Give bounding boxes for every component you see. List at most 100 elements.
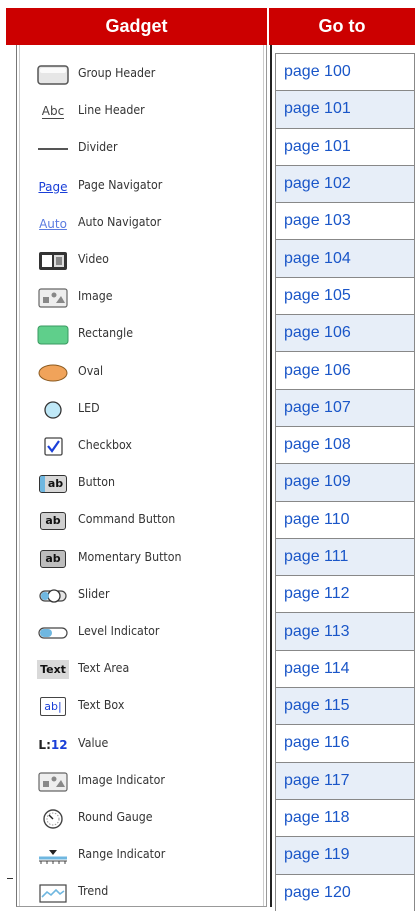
page-link[interactable]: page 115 — [275, 687, 415, 726]
gadget-row-button: ab Button — [16, 465, 267, 502]
gadget-row-round-gauge: Round Gauge — [16, 800, 267, 837]
page-navigator-icon: Page — [38, 179, 68, 194]
gadget-label: Auto Navigator — [78, 215, 162, 229]
table-row: page 103 — [275, 202, 415, 241]
gadget-row-checkbox: Checkbox — [16, 428, 267, 465]
page-link[interactable]: page 110 — [275, 500, 415, 539]
gadget-label: LED — [78, 401, 100, 415]
slider-icon — [36, 584, 70, 608]
table-row: page 106 — [275, 351, 415, 390]
page-link[interactable]: page 114 — [275, 649, 415, 689]
page-link[interactable]: page 109 — [275, 463, 415, 502]
gadget-label: Value — [78, 736, 109, 750]
group-header-icon — [36, 63, 70, 87]
column-divider — [270, 45, 272, 907]
page-link[interactable]: page 101 — [275, 127, 415, 166]
image-icon — [36, 286, 70, 310]
page-link[interactable]: page 108 — [275, 425, 415, 465]
page-link[interactable]: page 101 — [275, 90, 415, 129]
page-link[interactable]: page 107 — [275, 388, 415, 427]
gadget-label: Group Header — [78, 66, 156, 80]
table-row: page 101 — [275, 127, 415, 166]
trend-icon — [36, 881, 70, 905]
gadget-label: Slider — [78, 587, 110, 601]
table-row: page 107 — [275, 388, 415, 427]
table-row: page 111 — [275, 537, 415, 577]
button-icon: ab — [36, 472, 70, 496]
auto-navigator-icon: Auto — [39, 216, 67, 231]
page-link[interactable]: page 117 — [275, 761, 415, 800]
momentary-button-icon: ab — [36, 547, 70, 571]
gadget-row-divider: Divider — [16, 130, 267, 167]
gadget-label: Page Navigator — [78, 178, 163, 192]
page-link[interactable]: page 116 — [275, 724, 415, 763]
page-link[interactable]: page 112 — [275, 575, 415, 614]
gadget-label: Momentary Button — [78, 550, 182, 564]
gadget-label: Command Button — [78, 512, 176, 526]
goto-column-header: Go to — [269, 8, 415, 45]
gadget-label: Image — [78, 289, 113, 303]
gadget-row-rectangle: Rectangle — [16, 316, 267, 353]
gadget-row-slider: Slider — [16, 577, 267, 614]
page-link[interactable]: page 118 — [275, 798, 415, 838]
table-row: page 100 — [275, 52, 415, 92]
page-link[interactable]: page 103 — [275, 202, 415, 241]
page-link[interactable]: page 111 — [275, 537, 415, 577]
gadget-row-text-area: Text Text Area — [16, 651, 267, 688]
page-link[interactable]: page 119 — [275, 836, 415, 875]
gadget-label: Text Area — [78, 661, 130, 675]
table-row: page 120 — [275, 873, 415, 911]
page-link[interactable]: page 105 — [275, 276, 415, 316]
page-link-table: page 100 page 101 page 101 page 102 page… — [275, 52, 415, 911]
line-header-icon: Abc — [41, 103, 65, 119]
gadget-column-header: Gadget — [6, 8, 267, 45]
gadget-label: Level Indicator — [78, 624, 160, 638]
gadget-label: Oval — [78, 364, 104, 378]
table-row: page 101 — [275, 90, 415, 129]
text-box-icon: ab| — [36, 695, 70, 719]
range-indicator-icon — [36, 844, 70, 868]
gadget-row-momentary-button: ab Momentary Button — [16, 540, 267, 577]
level-indicator-icon — [36, 621, 70, 645]
divider-icon — [36, 137, 70, 161]
page-link[interactable]: page 106 — [275, 314, 415, 353]
gadget-row-value: L:12 Value — [16, 726, 267, 763]
gadget-label: Range Indicator — [78, 847, 166, 861]
video-icon — [36, 249, 70, 273]
gadget-label: Checkbox — [78, 438, 132, 452]
gadget-row-led: LED — [16, 391, 267, 428]
page-link[interactable]: page 102 — [275, 164, 415, 204]
text-area-icon: Text — [36, 658, 70, 682]
table-row: page 114 — [275, 649, 415, 689]
gadget-row-group-header: Group Header — [16, 56, 267, 93]
page-link[interactable]: page 100 — [275, 52, 415, 92]
table-row: page 118 — [275, 798, 415, 838]
margin-tick — [7, 878, 13, 879]
gadget-row-trend: Trend — [16, 874, 267, 911]
page-link[interactable]: page 120 — [275, 873, 415, 911]
table-row: page 105 — [275, 276, 415, 316]
round-gauge-icon — [36, 807, 70, 831]
table-row: page 117 — [275, 761, 415, 800]
gadget-row-image-indicator: Image Indicator — [16, 763, 267, 800]
table-row: page 106 — [275, 314, 415, 353]
checkbox-icon — [36, 435, 70, 459]
gadget-label: Line Header — [78, 103, 145, 117]
page-link[interactable]: page 106 — [275, 351, 415, 390]
page-link[interactable]: page 113 — [275, 612, 415, 651]
gadget-label: Trend — [78, 884, 109, 898]
gadget-row-page-navigator: Page Page Navigator — [16, 168, 267, 205]
gadget-row-range-indicator: Range Indicator — [16, 837, 267, 874]
gadget-row-image: Image — [16, 279, 267, 316]
gadget-label: Button — [78, 475, 115, 489]
table-row: page 115 — [275, 687, 415, 726]
table-row: page 110 — [275, 500, 415, 539]
gadget-label: Image Indicator — [78, 773, 165, 787]
command-button-icon: ab — [36, 509, 70, 533]
gadget-row-text-box: ab| Text Box — [16, 688, 267, 725]
gadget-row-auto-navigator: Auto Auto Navigator — [16, 205, 267, 242]
table-row: page 116 — [275, 724, 415, 763]
gadget-row-command-button: ab Command Button — [16, 502, 267, 539]
page-link[interactable]: page 104 — [275, 239, 415, 278]
gadget-row-oval: Oval — [16, 354, 267, 391]
